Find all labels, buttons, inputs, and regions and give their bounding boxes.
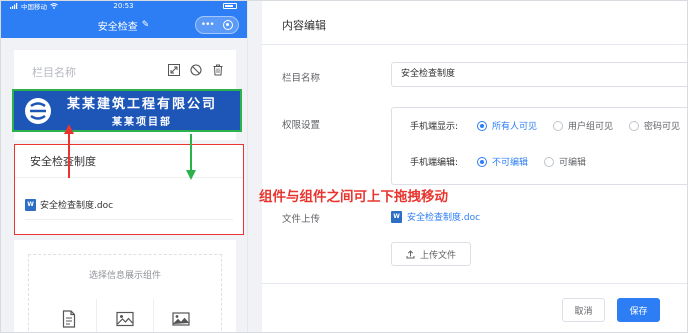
editor-title: 内容编辑 (282, 19, 326, 32)
save-button[interactable]: 保存 (617, 298, 660, 322)
cancel-button[interactable]: 取消 (562, 298, 605, 322)
phone-nav-bar: 安全检查 ✎ ••• (0, 12, 247, 38)
page-title[interactable]: 安全检查 ✎ (98, 18, 150, 33)
column-name-input[interactable]: 安全检查制度 (391, 62, 688, 87)
document-file-name: 安全检查制度.doc (40, 201, 114, 211)
banner-text: 某某建筑工程有限公司 某某项目部 (52, 93, 232, 128)
divider (262, 44, 688, 45)
word-file-icon: W (25, 198, 36, 211)
mobile-edit-label: 手机端编辑: (410, 158, 459, 168)
close-target-icon[interactable] (223, 20, 234, 30)
gallery-component-option[interactable] (152, 299, 209, 333)
permission-label: 权限设置 (282, 120, 321, 131)
edit-title-icon[interactable]: ✎ (142, 20, 150, 30)
document-file-item[interactable]: W 安全检查制度.doc (25, 198, 113, 211)
delete-icon[interactable] (212, 64, 224, 76)
company-logo-icon (25, 97, 51, 124)
upload-button-label: 上传文件 (419, 250, 456, 261)
expand-icon[interactable] (168, 64, 180, 76)
permission-settings: 手机端显示: 所有人可见 用户组可见 密码可见 手机端编辑: 不可编辑 可编辑 (391, 107, 688, 185)
radio-view-usergroup[interactable]: 用户组可见 (553, 119, 613, 132)
status-time: 20:53 (113, 2, 134, 10)
disable-icon[interactable] (190, 64, 202, 76)
upload-icon (406, 249, 415, 258)
drag-hint-annotation: 组件与组件之间可上下拖拽移动 (259, 189, 448, 205)
company-name: 某某建筑工程有限公司 (66, 97, 217, 112)
panel-gutter (248, 0, 262, 333)
radio-view-password[interactable]: 密码可见 (629, 119, 680, 132)
divider (25, 219, 233, 220)
component-picker-icons (41, 299, 209, 333)
more-icon[interactable]: ••• (201, 20, 215, 30)
mini-program-capsule: ••• (195, 16, 239, 34)
component-picker: 选择信息展示组件 (14, 240, 236, 333)
word-file-icon: W (391, 210, 402, 223)
document-icon (62, 310, 75, 328)
page-title-text: 安全检查 (97, 21, 138, 33)
radio-edit-none[interactable]: 不可编辑 (477, 155, 528, 168)
radio-view-everyone[interactable]: 所有人可见 (477, 119, 537, 132)
radio-edit-allowed[interactable]: 可编辑 (544, 155, 586, 168)
mobile-view-row: 手机端显示: 所有人可见 用户组可见 密码可见 (410, 119, 688, 132)
battery-icon (223, 3, 237, 9)
document-card[interactable]: 安全检查制度 W 安全检查制度.doc (14, 144, 244, 235)
project-name: 某某项目部 (112, 117, 172, 128)
status-bar: 中国移动 20:53 (0, 0, 247, 12)
company-banner[interactable]: 某某建筑工程有限公司 某某项目部 (12, 89, 242, 132)
column-card-tools (168, 64, 224, 76)
content-editor: 内容编辑 栏目名称 安全检查制度 权限设置 手机端显示: 所有人可见 用户组可见… (262, 0, 688, 333)
divider (262, 283, 688, 284)
image-icon (116, 311, 134, 327)
component-picker-area: 选择信息展示组件 (28, 254, 222, 333)
divider (15, 177, 243, 178)
document-component-option[interactable] (41, 299, 96, 333)
column-name-placeholder: 栏目名称 (32, 66, 76, 79)
image-component-option[interactable] (96, 299, 152, 333)
gallery-icon (172, 312, 190, 326)
mobile-edit-row: 手机端编辑: 不可编辑 可编辑 (410, 155, 602, 168)
component-picker-label: 选择信息展示组件 (88, 271, 161, 281)
mobile-view-label: 手机端显示: (410, 122, 459, 132)
uploaded-file-name: 安全检查制度.doc (407, 213, 481, 223)
column-name-label: 栏目名称 (282, 73, 321, 84)
phone-preview: 中国移动 20:53 安全检查 ✎ ••• 栏目名称 某某建筑工程有限公司 某某… (0, 0, 248, 333)
upload-file-button[interactable]: 上传文件 (391, 242, 471, 266)
document-card-title: 安全检查制度 (30, 155, 96, 168)
uploaded-file-link[interactable]: W 安全检查制度.doc (391, 210, 480, 223)
file-upload-label: 文件上传 (282, 214, 321, 225)
